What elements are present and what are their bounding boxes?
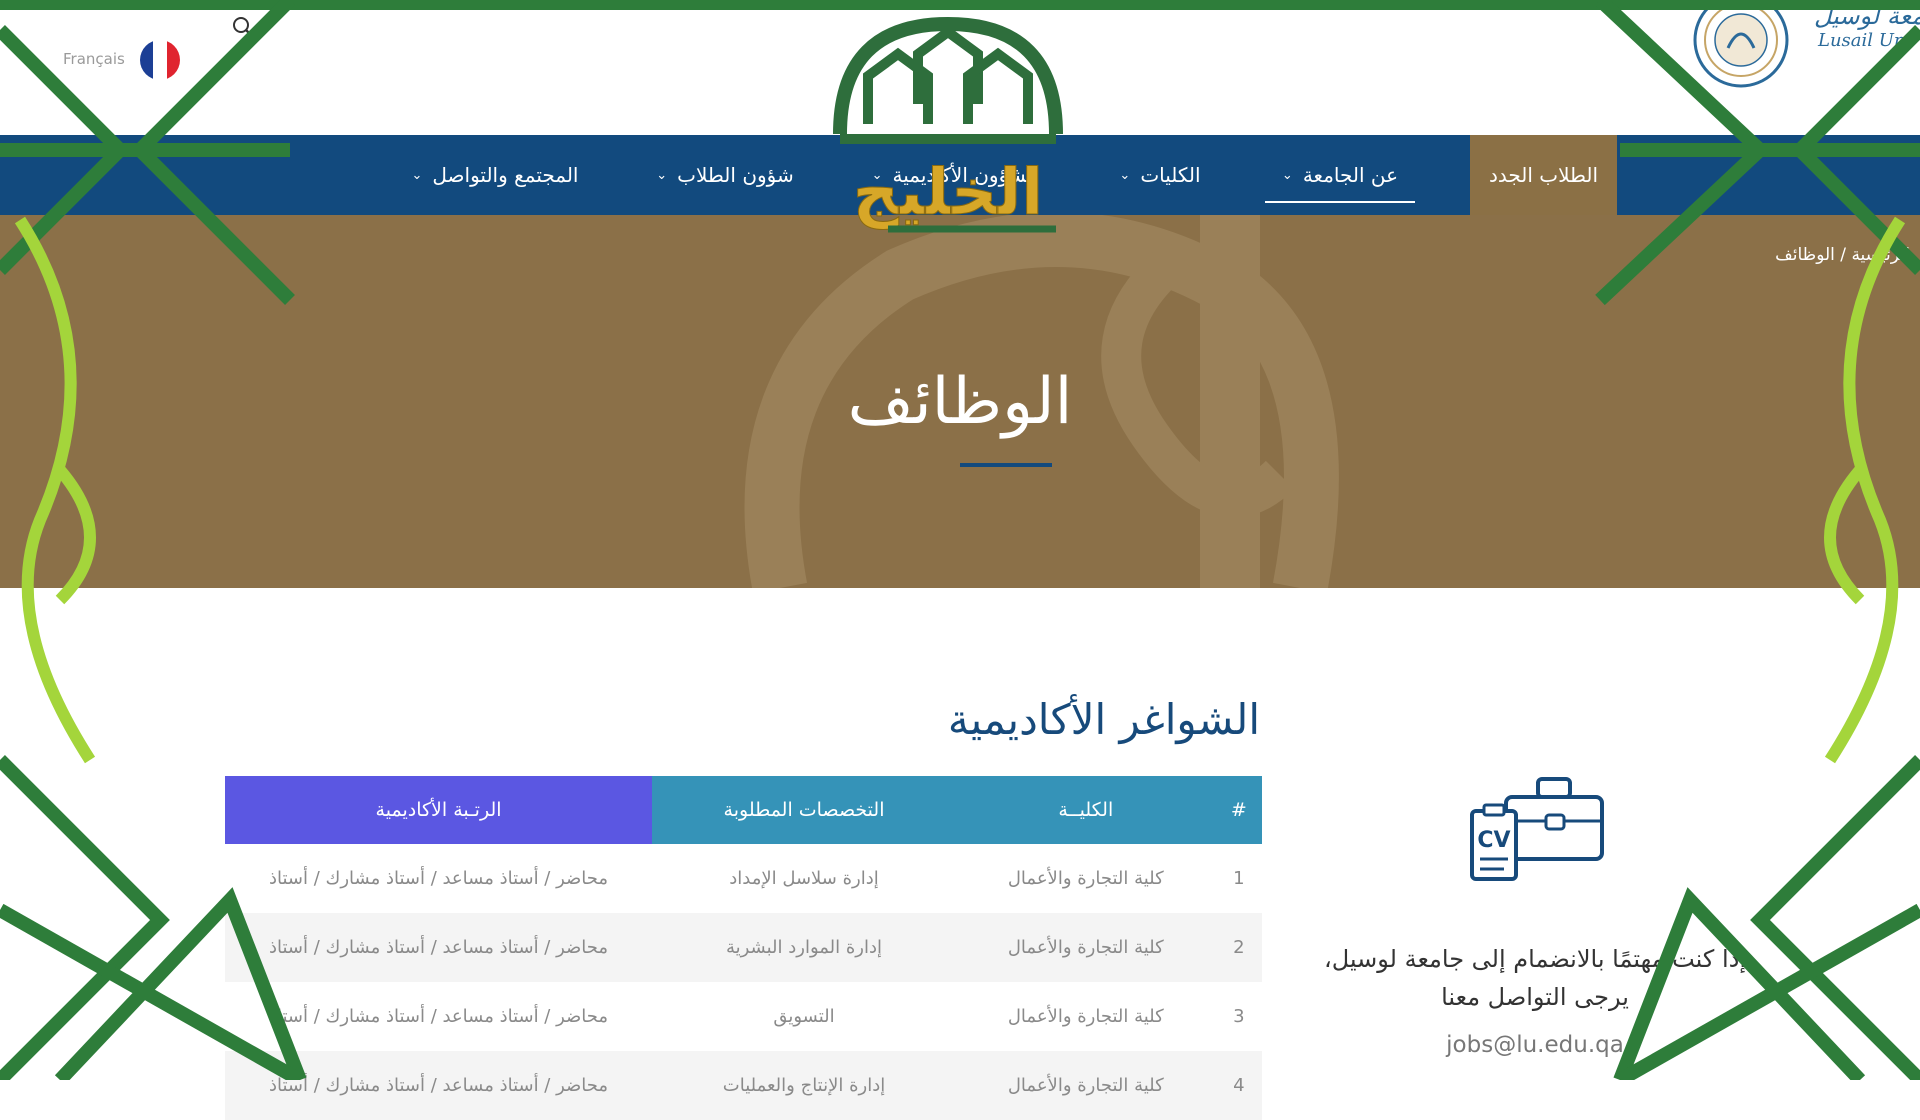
page-title: الوظائف <box>847 365 1073 439</box>
column-header-rank: الرتـبة الأكاديمية <box>225 776 653 844</box>
nav-item-label: الكليات <box>1140 163 1201 187</box>
nav-item-label: عن الجامعة <box>1302 163 1399 187</box>
table-row: 3 كلية التجارة والأعمال التسويق محاضر / … <box>225 982 1262 1051</box>
column-header-specialization: التخصصات المطلوبة <box>652 776 956 844</box>
chevron-down-icon: ⌄ <box>1119 167 1131 183</box>
nav-item-community[interactable]: المجتمع والتواصل ⌄ <box>395 135 595 215</box>
chevron-down-icon: ⌄ <box>1281 167 1293 183</box>
row-rank: محاضر / أستاذ مساعد / أستاذ مشارك / أستا… <box>269 1006 609 1027</box>
breadcrumb: الرئيسية / الوظائف <box>1775 245 1910 265</box>
table-row: 1 كلية التجارة والأعمال إدارة سلاسل الإم… <box>225 844 1262 913</box>
title-underline <box>960 463 1052 467</box>
nav-item-new-students[interactable]: الطلاب الجدد <box>1470 135 1617 215</box>
row-number: 4 <box>1215 1051 1262 1120</box>
nav-item-about[interactable]: عن الجامعة ⌄ <box>1265 135 1415 215</box>
row-number: 1 <box>1233 868 1245 889</box>
contact-line-2: يرجى التواصل معنا <box>1441 983 1629 1011</box>
university-name: جامعة لوسيل <box>1814 2 1920 30</box>
row-college: كلية التجارة والأعمال <box>1007 1006 1164 1027</box>
chevron-down-icon: ⌄ <box>656 167 668 183</box>
breadcrumb-separator: / <box>1840 245 1847 265</box>
watermark-logo-text: الخليج <box>853 156 1043 230</box>
cv-briefcase-icon: CV <box>1470 777 1604 881</box>
breadcrumb-current: الوظائف <box>1775 245 1835 265</box>
university-name-latin: Lusail Uni <box>1818 30 1912 51</box>
row-specialization: إدارة سلاسل الإمداد <box>729 868 879 889</box>
row-rank: محاضر / أستاذ مساعد / أستاذ مشارك / أستا… <box>225 1051 653 1120</box>
watermark-logo: الخليج <box>833 16 1063 233</box>
language-switch-label[interactable]: Français <box>63 50 125 68</box>
row-specialization: إدارة الموارد البشرية <box>652 913 956 982</box>
nav-item-colleges[interactable]: الكليات ⌄ <box>1100 135 1220 215</box>
contact-line-1: إذا كنت مهتمًا بالانضمام إلى جامعة لوسيل… <box>1323 945 1746 973</box>
vacancies-table: # الكليــة التخصصات المطلوبة الرتـبة الأ… <box>225 776 1262 1120</box>
nav-item-label: شؤون الطلاب <box>677 163 794 187</box>
chevron-down-icon: ⌄ <box>411 167 423 183</box>
search-icon[interactable] <box>232 16 254 38</box>
contact-message: إذا كنت مهتمًا بالانضمام إلى جامعة لوسيل… <box>1300 940 1770 1016</box>
nav-item-student-affairs[interactable]: شؤون الطلاب ⌄ <box>640 135 810 215</box>
section-title: الشواغر الأكاديمية <box>947 695 1260 744</box>
active-underline <box>1265 201 1415 203</box>
row-college: كلية التجارة والأعمال <box>955 913 1216 982</box>
france-flag-icon[interactable] <box>140 40 180 80</box>
row-rank: محاضر / أستاذ مساعد / أستاذ مشارك / أستا… <box>225 913 653 982</box>
university-logo[interactable] <box>1676 0 1806 92</box>
row-college: كلية التجارة والأعمال <box>1007 868 1164 889</box>
row-number: 3 <box>1233 1006 1245 1027</box>
breadcrumb-home[interactable]: الرئيسية <box>1851 245 1910 265</box>
table-row: 4 كلية التجارة والأعمال إدارة الإنتاج وا… <box>225 1051 1262 1120</box>
nav-item-label: المجتمع والتواصل <box>432 163 579 187</box>
column-header-college: الكليــة <box>955 776 1216 844</box>
column-header-number: # <box>1215 776 1262 844</box>
cv-label: CV <box>1477 828 1510 853</box>
row-specialization: التسويق <box>773 1006 835 1027</box>
row-college: كلية التجارة والأعمال <box>955 1051 1216 1120</box>
row-specialization: إدارة الإنتاج والعمليات <box>652 1051 956 1120</box>
page-hero: الرئيسية / الوظائف الوظائف <box>0 215 1920 588</box>
nav-item-label: الطلاب الجدد <box>1488 163 1599 187</box>
row-rank: محاضر / أستاذ مساعد / أستاذ مشارك / أستا… <box>269 868 609 889</box>
table-row: 2 كلية التجارة والأعمال إدارة الموارد ال… <box>225 913 1262 982</box>
table-header-row: # الكليــة التخصصات المطلوبة الرتـبة الأ… <box>225 776 1262 844</box>
contact-email-link[interactable]: jobs@lu.edu.qa <box>1300 1032 1770 1058</box>
row-number: 2 <box>1215 913 1262 982</box>
